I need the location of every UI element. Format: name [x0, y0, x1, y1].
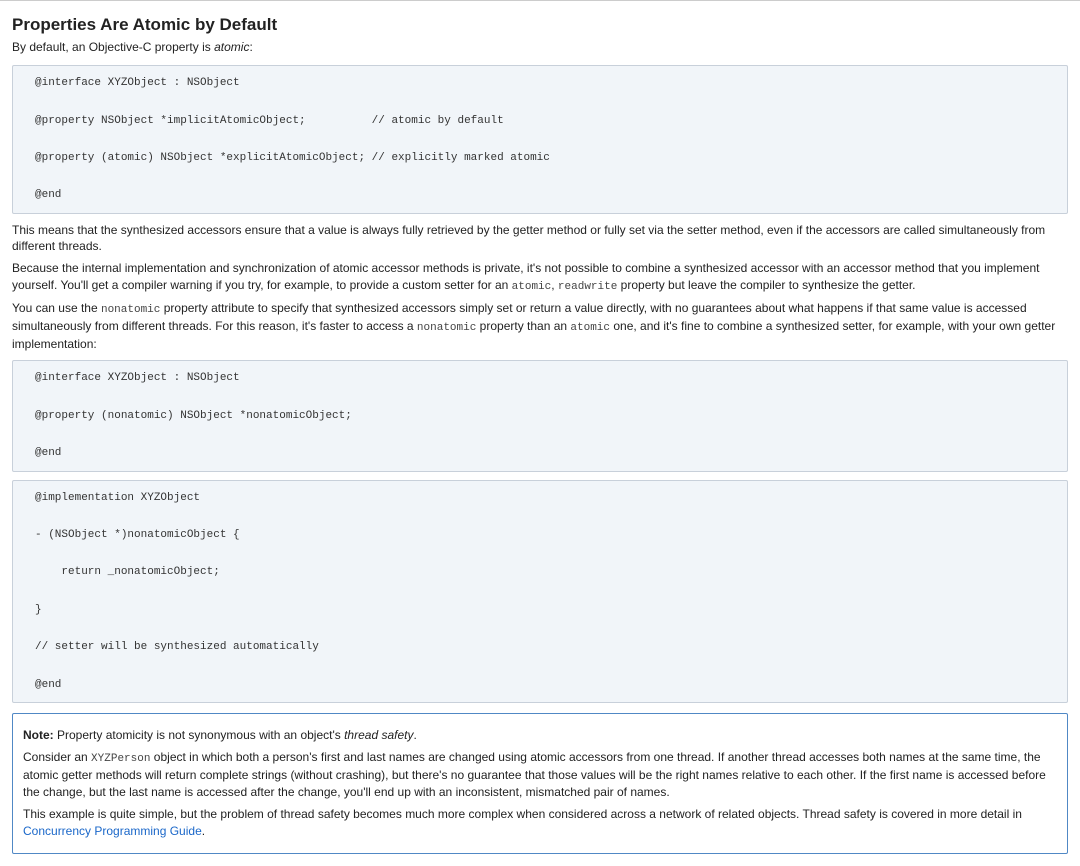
text: This example is quite simple, but the pr…: [23, 807, 1022, 821]
text: ,: [551, 278, 558, 292]
note-emphasis: thread safety: [344, 728, 413, 742]
intro-emphasis: atomic: [214, 40, 249, 54]
code-atomic-2: atomic: [570, 322, 610, 334]
code-xyzperson: XYZPerson: [91, 753, 150, 765]
text: property but leave the compiler to synth…: [617, 278, 915, 292]
concurrency-guide-link[interactable]: Concurrency Programming Guide: [23, 824, 202, 838]
text: property than an: [476, 319, 570, 333]
text: You can use the: [12, 301, 101, 315]
intro-suffix: :: [249, 40, 252, 54]
paragraph-synthesized: This means that the synthesized accessor…: [12, 222, 1068, 254]
code-readwrite: readwrite: [558, 281, 617, 293]
note-box: Note: Property atomicity is not synonymo…: [12, 713, 1068, 853]
note-label: Note:: [23, 728, 54, 742]
code-block-interface-nonatomic: @interface XYZObject : NSObject @propert…: [12, 360, 1068, 471]
note-line-2: Consider an XYZPerson object in which bo…: [23, 749, 1057, 801]
code-nonatomic-2: nonatomic: [417, 322, 476, 334]
text: Property atomicity is not synonymous wit…: [54, 728, 344, 742]
code-nonatomic: nonatomic: [101, 304, 160, 316]
code-block-interface-atomic: @interface XYZObject : NSObject @propert…: [12, 65, 1068, 214]
section-heading: Properties Are Atomic by Default: [12, 15, 1068, 35]
text: .: [202, 824, 205, 838]
text: .: [413, 728, 416, 742]
intro-paragraph: By default, an Objective-C property is a…: [12, 39, 1068, 55]
note-line-1: Note: Property atomicity is not synonymo…: [23, 727, 1057, 744]
intro-text: By default, an Objective-C property is: [12, 40, 214, 54]
code-block-implementation: @implementation XYZObject - (NSObject *)…: [12, 480, 1068, 704]
paragraph-warning: Because the internal implementation and …: [12, 260, 1068, 294]
code-atomic: atomic: [512, 281, 552, 293]
paragraph-nonatomic: You can use the nonatomic property attri…: [12, 300, 1068, 352]
note-line-3: This example is quite simple, but the pr…: [23, 806, 1057, 840]
text: Consider an: [23, 750, 91, 764]
text: object in which both a person's first an…: [23, 750, 1046, 799]
document-content: Properties Are Atomic by Default By defa…: [0, 1, 1080, 866]
